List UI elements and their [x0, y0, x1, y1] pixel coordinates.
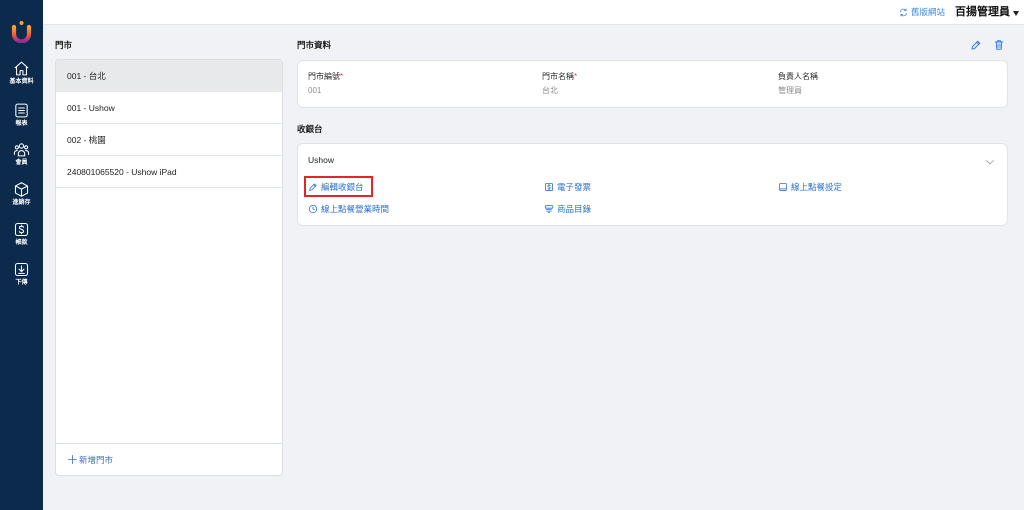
sidebar-item-accounts[interactable]: 帳款: [0, 221, 43, 255]
edit-store-button[interactable]: [970, 39, 982, 51]
trash-icon: [994, 40, 1004, 50]
caret-down-icon: [1013, 10, 1019, 16]
field-label: 門市編號*: [308, 71, 343, 82]
add-store-button[interactable]: 新增門市: [56, 443, 282, 475]
store-info-card: 門市編號* 001 門市名稱* 台北 負責人名稱 管理員: [297, 60, 1008, 108]
tablet-icon: [779, 183, 787, 191]
required-mark: *: [340, 72, 344, 81]
sidebar-item-label: 帳款: [15, 240, 28, 246]
sidebar-item-inventory[interactable]: 進銷存: [0, 181, 43, 215]
online-order-settings-link[interactable]: 線上點餐設定: [778, 181, 842, 193]
refresh-icon: [900, 8, 907, 17]
stores-title: 門市: [55, 40, 73, 50]
store-label: 001 - Ushow: [67, 102, 115, 113]
sidebar-item-download[interactable]: 下傳: [0, 261, 43, 295]
store-list-item[interactable]: 001 - 台北: [56, 60, 282, 92]
home-icon: [14, 61, 29, 76]
field-label: 負責人名稱: [778, 72, 818, 81]
sidebar-item-basic-data[interactable]: 基本資料: [0, 60, 43, 94]
action-label: 電子發票: [557, 182, 592, 192]
store-code-field: 門市編號* 001: [308, 71, 343, 96]
top-bar: 舊版網站 百揚管理員: [43, 0, 1024, 25]
collapse-toggle[interactable]: [984, 156, 996, 168]
sidebar-item-label: 報表: [15, 121, 28, 127]
members-icon: [13, 143, 30, 157]
field-value: 台北: [542, 86, 558, 95]
user-menu[interactable]: 百揚管理員: [955, 6, 1019, 19]
manager-name-field: 負責人名稱 管理員: [778, 71, 818, 96]
edit-register-link[interactable]: 編輯收銀台: [308, 181, 364, 193]
register-name: Ushow: [308, 155, 334, 165]
field-label: 門市名稱*: [542, 71, 577, 82]
download-icon: [14, 262, 29, 277]
add-store-label: 新增門市: [79, 454, 114, 465]
field-label-text: 門市名稱: [542, 72, 574, 81]
sidebar-item-members[interactable]: 會員: [0, 141, 43, 175]
inventory-cube-icon: [14, 182, 29, 197]
report-icon: [15, 103, 28, 118]
store-label: 001 - 台北: [67, 70, 106, 81]
chevron-down-icon: [986, 160, 994, 165]
action-label: 線上點餐設定: [791, 182, 843, 192]
catalog-icon: [544, 205, 554, 213]
field-label-text: 門市編號: [308, 72, 340, 81]
sidebar-item-label: 下傳: [15, 280, 28, 286]
e-invoice-link[interactable]: 電子發票: [544, 181, 591, 193]
sidebar-item-reports[interactable]: 報表: [0, 102, 43, 136]
clock-icon: [308, 204, 318, 214]
legacy-site-label: 舊版網站: [911, 7, 946, 17]
product-catalog-link[interactable]: 商品目錄: [544, 203, 591, 215]
required-mark: *: [574, 72, 578, 81]
sidebar-item-label: 基本資料: [9, 79, 34, 85]
action-label: 編輯收銀台: [321, 182, 364, 192]
brand-logo[interactable]: [11, 20, 32, 44]
sidebar: 基本資料 報表 會員 進銷存 帳款 下傳: [0, 0, 43, 510]
store-label: 240801065520 - Ushow iPad: [67, 166, 177, 177]
sidebar-item-label: 進銷存: [12, 200, 31, 206]
plus-icon: [67, 454, 78, 465]
store-list-item[interactable]: 002 - 桃園: [56, 124, 282, 156]
dollar-icon: [14, 222, 29, 237]
registers-title: 收銀台: [297, 124, 323, 134]
online-order-hours-link[interactable]: 線上點餐營業時間: [308, 203, 389, 215]
delete-store-button[interactable]: [993, 39, 1005, 51]
legacy-site-link[interactable]: 舊版網站: [899, 7, 945, 18]
action-label: 商品目錄: [557, 204, 592, 214]
store-list: 001 - 台北 001 - Ushow 002 - 桃園 2408010655…: [55, 59, 283, 476]
register-card: Ushow 編輯收銀台 電子發票 線上點餐設定 線上點餐營業時間 商品目錄: [297, 143, 1008, 226]
store-label: 002 - 桃園: [67, 134, 106, 145]
pencil-icon: [971, 40, 981, 50]
store-name-field: 門市名稱* 台北: [542, 71, 577, 96]
store-info-title: 門市資料: [297, 40, 332, 50]
field-value: 001: [308, 86, 322, 95]
sidebar-item-label: 會員: [15, 160, 28, 166]
pencil-icon: [309, 183, 317, 191]
user-name: 百揚管理員: [955, 6, 1010, 18]
store-list-item[interactable]: 240801065520 - Ushow iPad: [56, 156, 282, 188]
store-list-item[interactable]: 001 - Ushow: [56, 92, 282, 124]
invoice-icon: [545, 183, 553, 191]
action-label: 線上點餐營業時間: [321, 204, 390, 214]
field-value: 管理員: [778, 86, 802, 95]
